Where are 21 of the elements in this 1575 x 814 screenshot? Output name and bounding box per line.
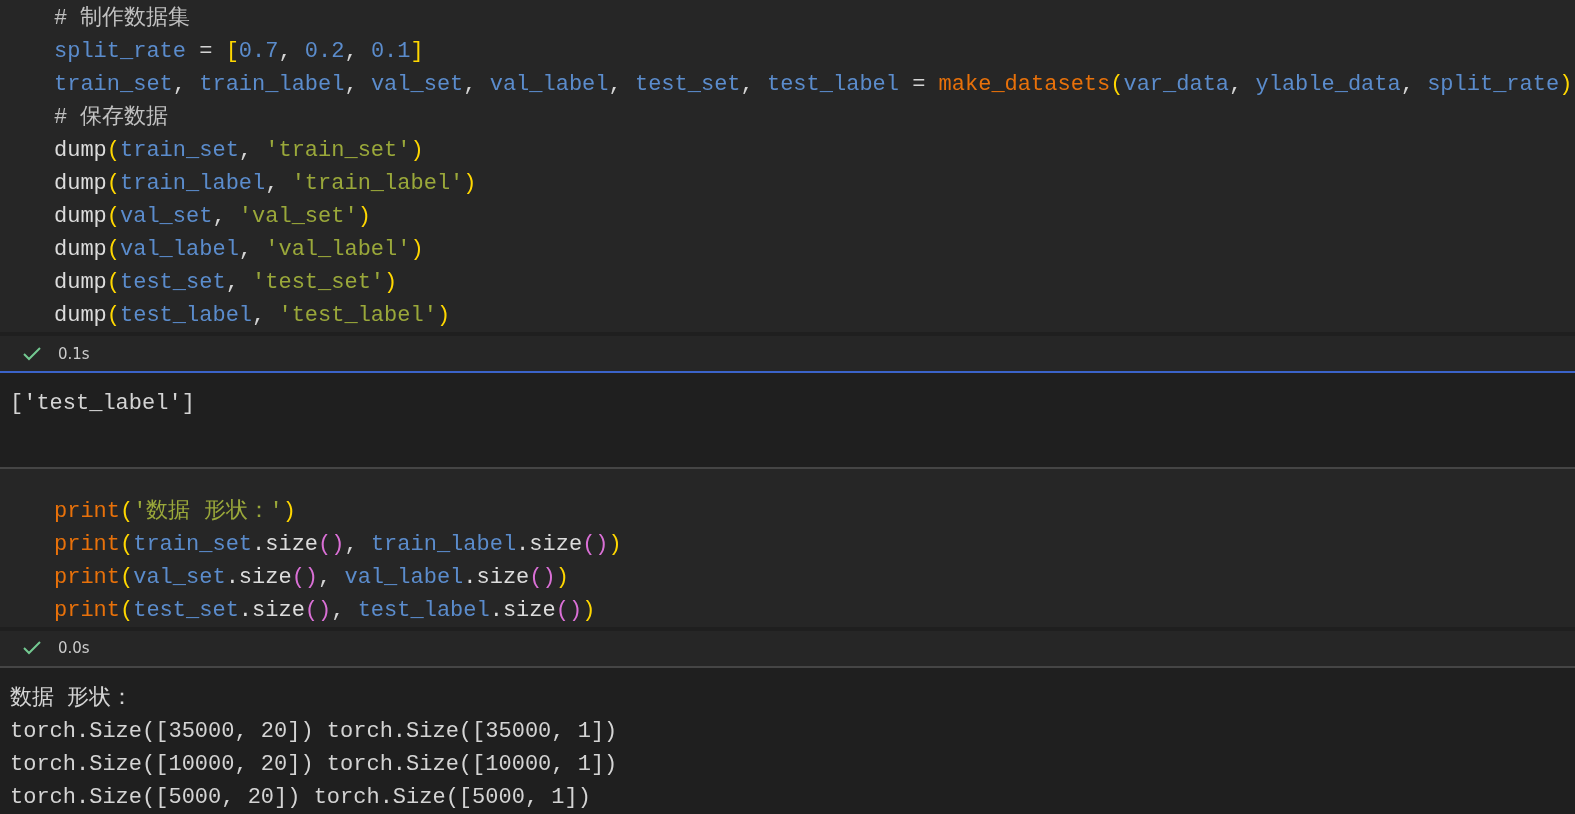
code-line: train_set, train_label, val_set, val_label, test_set, test_label = make_datasets(var_data, ylable_data, split_rate)	[54, 71, 1573, 99]
code-line: dump(test_label, 'test_label')	[54, 302, 451, 330]
code-line: dump(test_set, 'test_set')	[54, 269, 398, 297]
code-line: print(test_set.size(), test_label.size())	[54, 596, 596, 625]
output-line: torch.Size([5000, 20]) torch.Size([5000, 1])	[10, 784, 591, 812]
output-line: ['test_label']	[10, 390, 195, 419]
code-line: dump(train_set, 'train_set')	[54, 137, 424, 165]
code-line: print(val_set.size(), val_label.size())	[54, 563, 569, 592]
code-line: dump(val_label, 'val_label')	[54, 236, 424, 264]
code-line: dump(val_set, 'val_set')	[54, 203, 371, 231]
output-line: 数据 形状：	[10, 685, 134, 713]
output-line: torch.Size([35000, 20]) torch.Size([35000, 1])	[10, 718, 618, 746]
code-line: print(train_set.size(), train_label.size())	[54, 530, 622, 559]
code-line: print('数据 形状：')	[54, 497, 297, 526]
output-line: torch.Size([10000, 20]) torch.Size([10000, 1])	[10, 751, 618, 779]
code-line: split_rate = [0.7, 0.2, 0.1]	[54, 38, 424, 66]
execution-time: 0.1s	[58, 344, 90, 363]
code-line: # 保存数据	[54, 104, 169, 132]
code-line: # 制作数据集	[54, 5, 191, 33]
execution-time: 0.0s	[58, 639, 90, 658]
code-line: dump(train_label, 'train_label')	[54, 170, 477, 198]
